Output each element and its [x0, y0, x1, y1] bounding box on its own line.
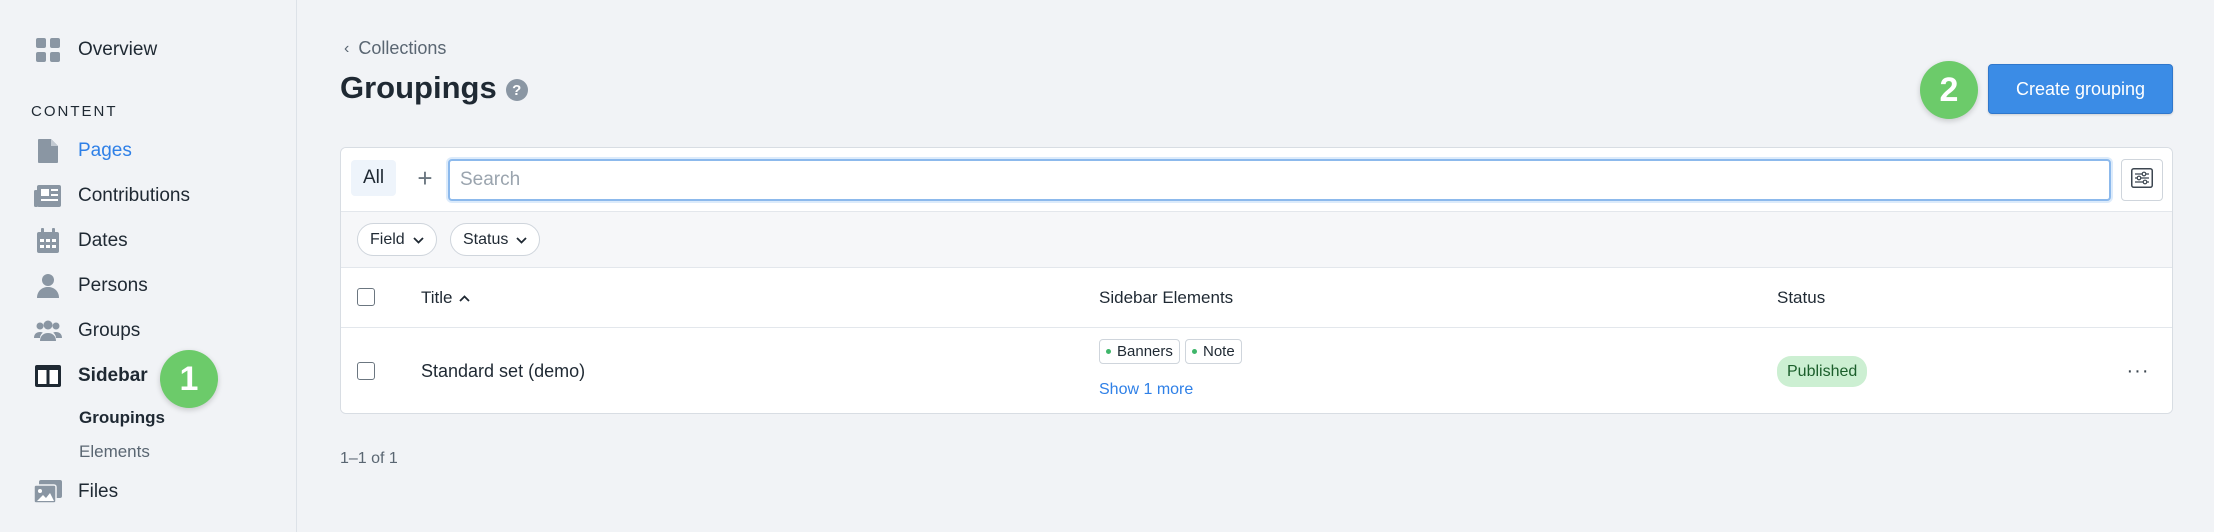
row-checkbox[interactable] — [357, 362, 375, 380]
annotation-badge-2: 2 — [1920, 61, 1978, 119]
calendar-icon — [34, 227, 62, 255]
sidebar-item-label: Files — [78, 481, 119, 502]
breadcrumb-label: Collections — [358, 38, 447, 58]
filter-status[interactable]: Status — [450, 223, 541, 256]
images-icon — [34, 478, 62, 506]
element-tag: Banners — [1099, 339, 1180, 364]
chevron-left-icon: ‹ — [344, 39, 350, 57]
element-tag: Note — [1185, 339, 1242, 364]
help-icon[interactable]: ? — [505, 79, 528, 101]
sidebar-item-label: Sidebar — [78, 365, 148, 386]
sidebar-item-contributions[interactable]: Contributions — [34, 176, 190, 216]
sidebar-item-sidebar[interactable]: Sidebar — [34, 356, 148, 396]
sidebar-item-label: Groups — [78, 320, 141, 341]
document-icon — [34, 137, 62, 165]
sidebar-item-files[interactable]: Files — [34, 472, 118, 512]
column-header-sidebar-elements[interactable]: Sidebar Elements — [1099, 288, 1233, 308]
sidebar-item-dates[interactable]: Dates — [34, 221, 128, 261]
sidebar-item-persons[interactable]: Persons — [34, 266, 148, 306]
section-label-content: CONTENT — [31, 103, 118, 120]
table-row[interactable]: Standard set (demo) Banners Note Show 1 … — [341, 328, 2172, 413]
add-view-icon[interactable]: + — [407, 159, 443, 197]
column-header-status[interactable]: Status — [1777, 288, 1825, 308]
create-grouping-button[interactable]: Create grouping — [1988, 64, 2173, 114]
sort-ascending-icon — [458, 294, 470, 302]
sidebar-item-label: Contributions — [78, 185, 190, 206]
filter-label: Field — [370, 230, 405, 248]
sidebar-item-overview[interactable]: Overview — [34, 30, 157, 70]
sidebar: Overview CONTENT Pages Contributions Dat… — [0, 0, 297, 532]
sidebar-subitem-elements[interactable]: Elements — [79, 442, 150, 462]
sidebar-item-label: Overview — [78, 39, 158, 60]
sidebar-subitem-groupings[interactable]: Groupings — [79, 408, 165, 428]
page-title: Groupings ? — [340, 70, 528, 106]
show-more-link[interactable]: Show 1 more — [1099, 381, 1193, 399]
breadcrumb[interactable]: ‹ Collections — [344, 38, 446, 59]
sidebar-item-pages[interactable]: Pages — [34, 131, 132, 171]
select-all-checkbox[interactable] — [357, 288, 375, 306]
filter-settings-button[interactable] — [2121, 159, 2163, 201]
status-dot-icon — [1106, 349, 1111, 354]
filter-field[interactable]: Field — [357, 223, 437, 256]
users-icon — [34, 317, 62, 345]
more-actions-icon[interactable]: ··· — [2121, 354, 2155, 388]
person-icon — [34, 272, 62, 300]
columns-icon — [34, 362, 62, 390]
sidebar-item-groups[interactable]: Groups — [34, 311, 140, 351]
page-title-text: Groupings — [340, 70, 497, 105]
filter-label: Status — [463, 230, 509, 248]
sliders-icon — [2131, 167, 2153, 193]
table-toolbar: All + — [341, 148, 2172, 212]
sidebar-item-label: Persons — [78, 275, 148, 296]
annotation-badge-1: 1 — [160, 350, 218, 408]
sidebar-item-label: Dates — [78, 230, 128, 251]
tab-all[interactable]: All — [351, 160, 397, 196]
status-dot-icon — [1192, 349, 1197, 354]
newspaper-icon — [34, 182, 62, 210]
groupings-table-card: All + Field Status Title — [340, 147, 2173, 414]
column-header-title[interactable]: Title — [421, 288, 470, 308]
table-header: Title Sidebar Elements Status — [341, 268, 2172, 328]
sidebar-item-label: Pages — [78, 140, 132, 161]
pagination-summary: 1–1 of 1 — [340, 450, 398, 467]
tag-label: Note — [1203, 343, 1235, 360]
grid-icon — [34, 36, 62, 64]
chevron-down-icon — [413, 233, 424, 247]
status-badge: Published — [1777, 356, 1868, 387]
search-input[interactable] — [448, 159, 2111, 201]
column-label: Title — [421, 288, 453, 307]
chevron-down-icon — [516, 233, 527, 247]
row-title[interactable]: Standard set (demo) — [421, 361, 585, 382]
filter-bar: Field Status — [341, 212, 2172, 268]
tag-label: Banners — [1117, 343, 1173, 360]
